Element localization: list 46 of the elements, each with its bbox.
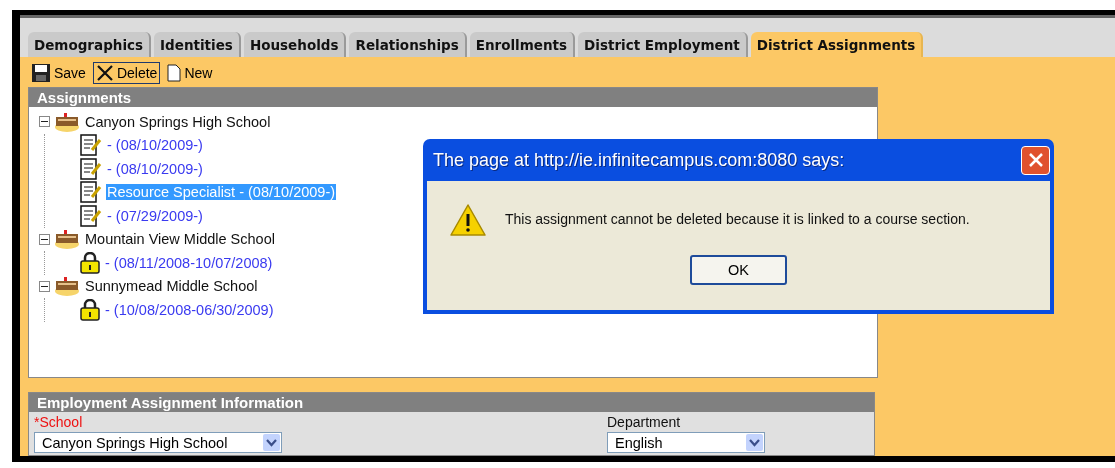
tab[interactable]: Identities bbox=[154, 32, 241, 57]
note-pencil-icon bbox=[80, 157, 102, 180]
tree-item[interactable]: Canyon Springs High School bbox=[84, 113, 272, 130]
note-pencil-icon bbox=[80, 181, 102, 204]
field-label: Department bbox=[607, 414, 682, 430]
padlock-icon bbox=[80, 298, 100, 321]
dropdown-field[interactable]: Canyon Springs High School bbox=[34, 432, 282, 453]
tree-item[interactable]: Mountain View Middle School bbox=[84, 231, 276, 248]
collapse-toggle[interactable] bbox=[39, 233, 50, 245]
padlock-icon bbox=[80, 251, 100, 274]
tab[interactable]: District Employment bbox=[578, 32, 748, 57]
tab[interactable]: Relationships bbox=[349, 32, 467, 57]
tree-item[interactable]: - (07/29/2009-) bbox=[106, 207, 204, 224]
save-button[interactable]: Save bbox=[28, 61, 89, 85]
tab[interactable]: Households bbox=[243, 32, 347, 57]
new-button[interactable]: New bbox=[164, 62, 216, 84]
school-building-icon bbox=[54, 276, 80, 297]
delete-button[interactable]: Delete bbox=[92, 62, 161, 84]
close-icon bbox=[1027, 152, 1044, 168]
chevron-down-icon bbox=[746, 434, 763, 451]
panel-title: Assignments bbox=[29, 88, 877, 107]
ok-button[interactable]: OK bbox=[690, 255, 787, 285]
collapse-toggle[interactable] bbox=[39, 116, 50, 128]
school-building-icon bbox=[54, 229, 80, 250]
alert-message: This assignment cannot be deleted because it is linked to a course section. bbox=[505, 210, 970, 227]
field-label: *School bbox=[34, 414, 84, 430]
tab[interactable]: District Assignments bbox=[750, 32, 924, 57]
warning-icon bbox=[449, 203, 487, 237]
tree-item[interactable]: - (08/10/2009-) bbox=[106, 160, 204, 177]
tree-item[interactable]: - (08/10/2009-) bbox=[106, 137, 204, 154]
collapse-toggle[interactable] bbox=[39, 280, 50, 292]
tree-item[interactable]: - (10/08/2008-06/30/2009) bbox=[104, 301, 275, 318]
note-pencil-icon bbox=[80, 204, 102, 227]
panel-title: Employment Assignment Information bbox=[29, 393, 874, 412]
tree-item[interactable]: Sunnymead Middle School bbox=[84, 278, 259, 295]
page-icon bbox=[167, 64, 182, 82]
dropdown-field[interactable]: English bbox=[607, 432, 765, 453]
close-icon bbox=[95, 64, 114, 82]
dialog-title: The page at http://ie.infinitecampus.com:8080 says: bbox=[432, 149, 845, 171]
tab[interactable]: Demographics bbox=[28, 32, 152, 57]
chevron-down-icon bbox=[263, 434, 280, 451]
tab[interactable]: Enrollments bbox=[469, 32, 576, 57]
school-building-icon bbox=[54, 111, 80, 132]
close-button[interactable] bbox=[1021, 145, 1050, 175]
note-pencil-icon bbox=[80, 134, 102, 157]
tree-item[interactable]: - (08/11/2008-10/07/2008) bbox=[104, 254, 274, 271]
